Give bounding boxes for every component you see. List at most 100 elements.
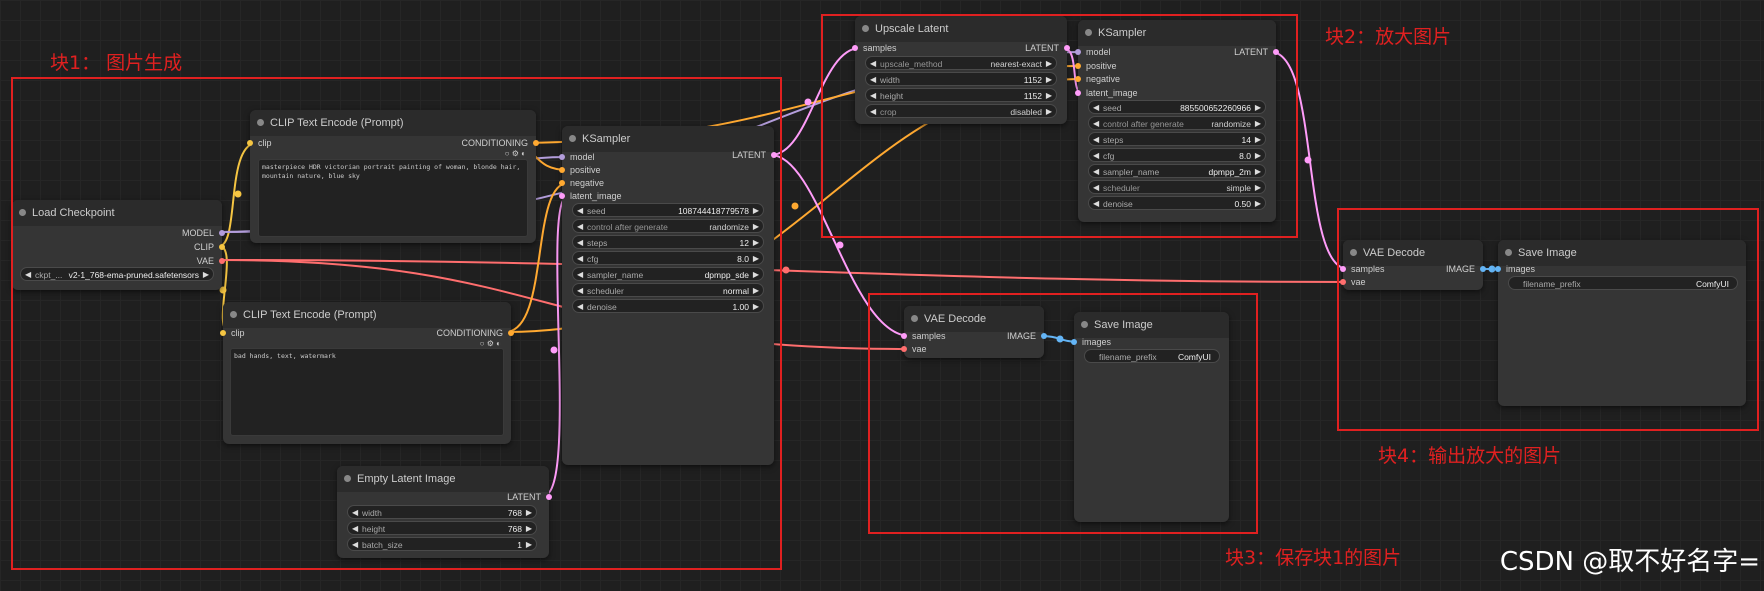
collapse-dot-icon[interactable] xyxy=(19,209,26,216)
load-checkpoint-node[interactable]: Load Checkpoint MODEL CLIP VAE ◀ ckpt_..… xyxy=(12,200,225,290)
node-title[interactable]: Save Image xyxy=(1498,240,1746,266)
socket-dot-icon[interactable] xyxy=(1273,49,1279,55)
prev-arrow-icon[interactable]: ◀ xyxy=(25,268,31,282)
prev-arrow-icon[interactable]: ◀ xyxy=(352,522,358,536)
input-images[interactable]: images xyxy=(1071,336,1111,348)
output-latent[interactable]: LATENT xyxy=(732,149,777,161)
prev-arrow-icon[interactable]: ◀ xyxy=(1093,165,1099,179)
width-widget[interactable]: ◀ width 768 ▶ xyxy=(347,505,537,519)
prev-arrow-icon[interactable]: ◀ xyxy=(352,538,358,552)
prev-arrow-icon[interactable]: ◀ xyxy=(577,252,583,266)
circle-icon[interactable]: ○ xyxy=(505,149,510,158)
next-arrow-icon[interactable]: ▶ xyxy=(1046,57,1052,71)
socket-dot-icon[interactable] xyxy=(901,333,907,339)
prev-arrow-icon[interactable]: ◀ xyxy=(1093,117,1099,131)
collapse-dot-icon[interactable] xyxy=(1350,249,1357,256)
prev-arrow-icon[interactable]: ◀ xyxy=(1093,197,1099,211)
socket-dot-icon[interactable] xyxy=(219,258,225,264)
socket-dot-icon[interactable] xyxy=(771,152,777,158)
output-model[interactable]: MODEL xyxy=(182,227,225,239)
socket-dot-icon[interactable] xyxy=(852,45,858,51)
node-title[interactable]: Upscale Latent xyxy=(855,16,1067,42)
input-samples[interactable]: samples xyxy=(901,330,946,342)
socket-dot-icon[interactable] xyxy=(247,140,253,146)
gear-icon[interactable]: ⚙ xyxy=(487,339,494,348)
output-latent[interactable]: LATENT xyxy=(1025,42,1070,54)
next-arrow-icon[interactable]: ▶ xyxy=(753,268,759,282)
socket-dot-icon[interactable] xyxy=(1495,266,1501,272)
socket-dot-icon[interactable] xyxy=(546,494,552,500)
next-arrow-icon[interactable]: ▶ xyxy=(1255,197,1261,211)
input-clip[interactable]: clip xyxy=(247,137,272,149)
collapse-dot-icon[interactable] xyxy=(911,315,918,322)
output-clip[interactable]: CLIP xyxy=(194,241,225,253)
socket-dot-icon[interactable] xyxy=(1075,49,1081,55)
denoise-widget[interactable]: ◀ denoise 1.00 ▶ xyxy=(572,299,764,313)
save-image-node-2[interactable]: Save Image images filename_prefix ComfyUI xyxy=(1495,240,1746,406)
prev-arrow-icon[interactable]: ◀ xyxy=(870,89,876,103)
prev-arrow-icon[interactable]: ◀ xyxy=(1093,181,1099,195)
height-widget[interactable]: ◀ height 768 ▶ xyxy=(347,521,537,535)
prev-arrow-icon[interactable]: ◀ xyxy=(577,268,583,282)
input-vae[interactable]: vae xyxy=(1340,276,1366,288)
socket-dot-icon[interactable] xyxy=(559,180,565,186)
half-circle-icon[interactable]: ◐ xyxy=(521,149,526,158)
ckpt-name-combo[interactable]: ◀ ckpt_... v2-1_768-ema-pruned.safetenso… xyxy=(20,267,214,281)
node-title[interactable]: KSampler xyxy=(1078,20,1276,46)
node-title[interactable]: VAE Decode xyxy=(904,306,1044,332)
seed-widget[interactable]: ◀ seed 108744418779578 ▶ xyxy=(572,203,764,217)
control-after-generate-widget[interactable]: ◀ control after generate randomize ▶ xyxy=(572,219,764,233)
node-title[interactable]: Empty Latent Image xyxy=(337,466,549,492)
socket-dot-icon[interactable] xyxy=(1071,339,1077,345)
upscale-latent-node[interactable]: Upscale Latent samples LATENT ◀ upscale_m… xyxy=(852,16,1070,124)
next-arrow-icon[interactable]: ▶ xyxy=(526,522,532,536)
next-arrow-icon[interactable]: ▶ xyxy=(203,268,209,282)
input-samples[interactable]: samples xyxy=(852,42,897,54)
cfg-widget[interactable]: ◀ cfg 8.0 ▶ xyxy=(1088,148,1266,162)
next-arrow-icon[interactable]: ▶ xyxy=(753,220,759,234)
output-image[interactable]: IMAGE xyxy=(1446,263,1486,275)
next-arrow-icon[interactable]: ▶ xyxy=(753,300,759,314)
steps-widget[interactable]: ◀ steps 12 ▶ xyxy=(572,235,764,249)
socket-dot-icon[interactable] xyxy=(508,330,514,336)
socket-dot-icon[interactable] xyxy=(1340,266,1346,272)
output-vae[interactable]: VAE xyxy=(197,255,225,267)
next-arrow-icon[interactable]: ▶ xyxy=(1046,73,1052,87)
input-clip[interactable]: clip xyxy=(220,327,245,339)
output-conditioning[interactable]: CONDITIONING xyxy=(437,327,514,339)
collapse-dot-icon[interactable] xyxy=(1085,29,1092,36)
node-title[interactable]: Load Checkpoint xyxy=(12,200,222,226)
socket-dot-icon[interactable] xyxy=(1041,333,1047,339)
prev-arrow-icon[interactable]: ◀ xyxy=(870,57,876,71)
next-arrow-icon[interactable]: ▶ xyxy=(1046,105,1052,119)
socket-dot-icon[interactable] xyxy=(220,330,226,336)
gear-icon[interactable]: ⚙ xyxy=(512,149,519,158)
steps-widget[interactable]: ◀ steps 14 ▶ xyxy=(1088,132,1266,146)
prev-arrow-icon[interactable]: ◀ xyxy=(1093,101,1099,115)
clip-text-encode-negative-node[interactable]: CLIP Text Encode (Prompt) clip CONDITION… xyxy=(220,302,514,444)
next-arrow-icon[interactable]: ▶ xyxy=(753,284,759,298)
ksampler-node-2[interactable]: KSampler model positive negative latent_… xyxy=(1075,20,1279,222)
filename-prefix-widget[interactable]: filename_prefix ComfyUI xyxy=(1508,276,1738,290)
output-latent[interactable]: LATENT xyxy=(1234,46,1279,58)
prev-arrow-icon[interactable]: ◀ xyxy=(1093,133,1099,147)
empty-latent-image-node[interactable]: Empty Latent Image LATENT ◀ width 768 ▶ ◀ he… xyxy=(337,466,552,558)
batch-size-widget[interactable]: ◀ batch_size 1 ▶ xyxy=(347,537,537,551)
socket-dot-icon[interactable] xyxy=(219,244,225,250)
next-arrow-icon[interactable]: ▶ xyxy=(1046,89,1052,103)
next-arrow-icon[interactable]: ▶ xyxy=(753,204,759,218)
socket-dot-icon[interactable] xyxy=(559,167,565,173)
next-arrow-icon[interactable]: ▶ xyxy=(1255,181,1261,195)
prompt-textarea[interactable]: bad hands, text, watermark xyxy=(230,348,504,436)
prev-arrow-icon[interactable]: ◀ xyxy=(1093,149,1099,163)
output-latent[interactable]: LATENT xyxy=(507,491,552,503)
node-title[interactable]: CLIP Text Encode (Prompt) xyxy=(223,302,511,328)
socket-dot-icon[interactable] xyxy=(1075,90,1081,96)
collapse-dot-icon[interactable] xyxy=(230,311,237,318)
input-positive[interactable]: positive xyxy=(1075,60,1117,72)
collapse-dot-icon[interactable] xyxy=(1505,249,1512,256)
width-widget[interactable]: ◀ width 1152 ▶ xyxy=(865,72,1057,86)
vae-decode-node-2[interactable]: VAE Decode samples vae IMAGE xyxy=(1340,240,1486,290)
output-conditioning[interactable]: CONDITIONING xyxy=(462,137,539,149)
next-arrow-icon[interactable]: ▶ xyxy=(1255,165,1261,179)
